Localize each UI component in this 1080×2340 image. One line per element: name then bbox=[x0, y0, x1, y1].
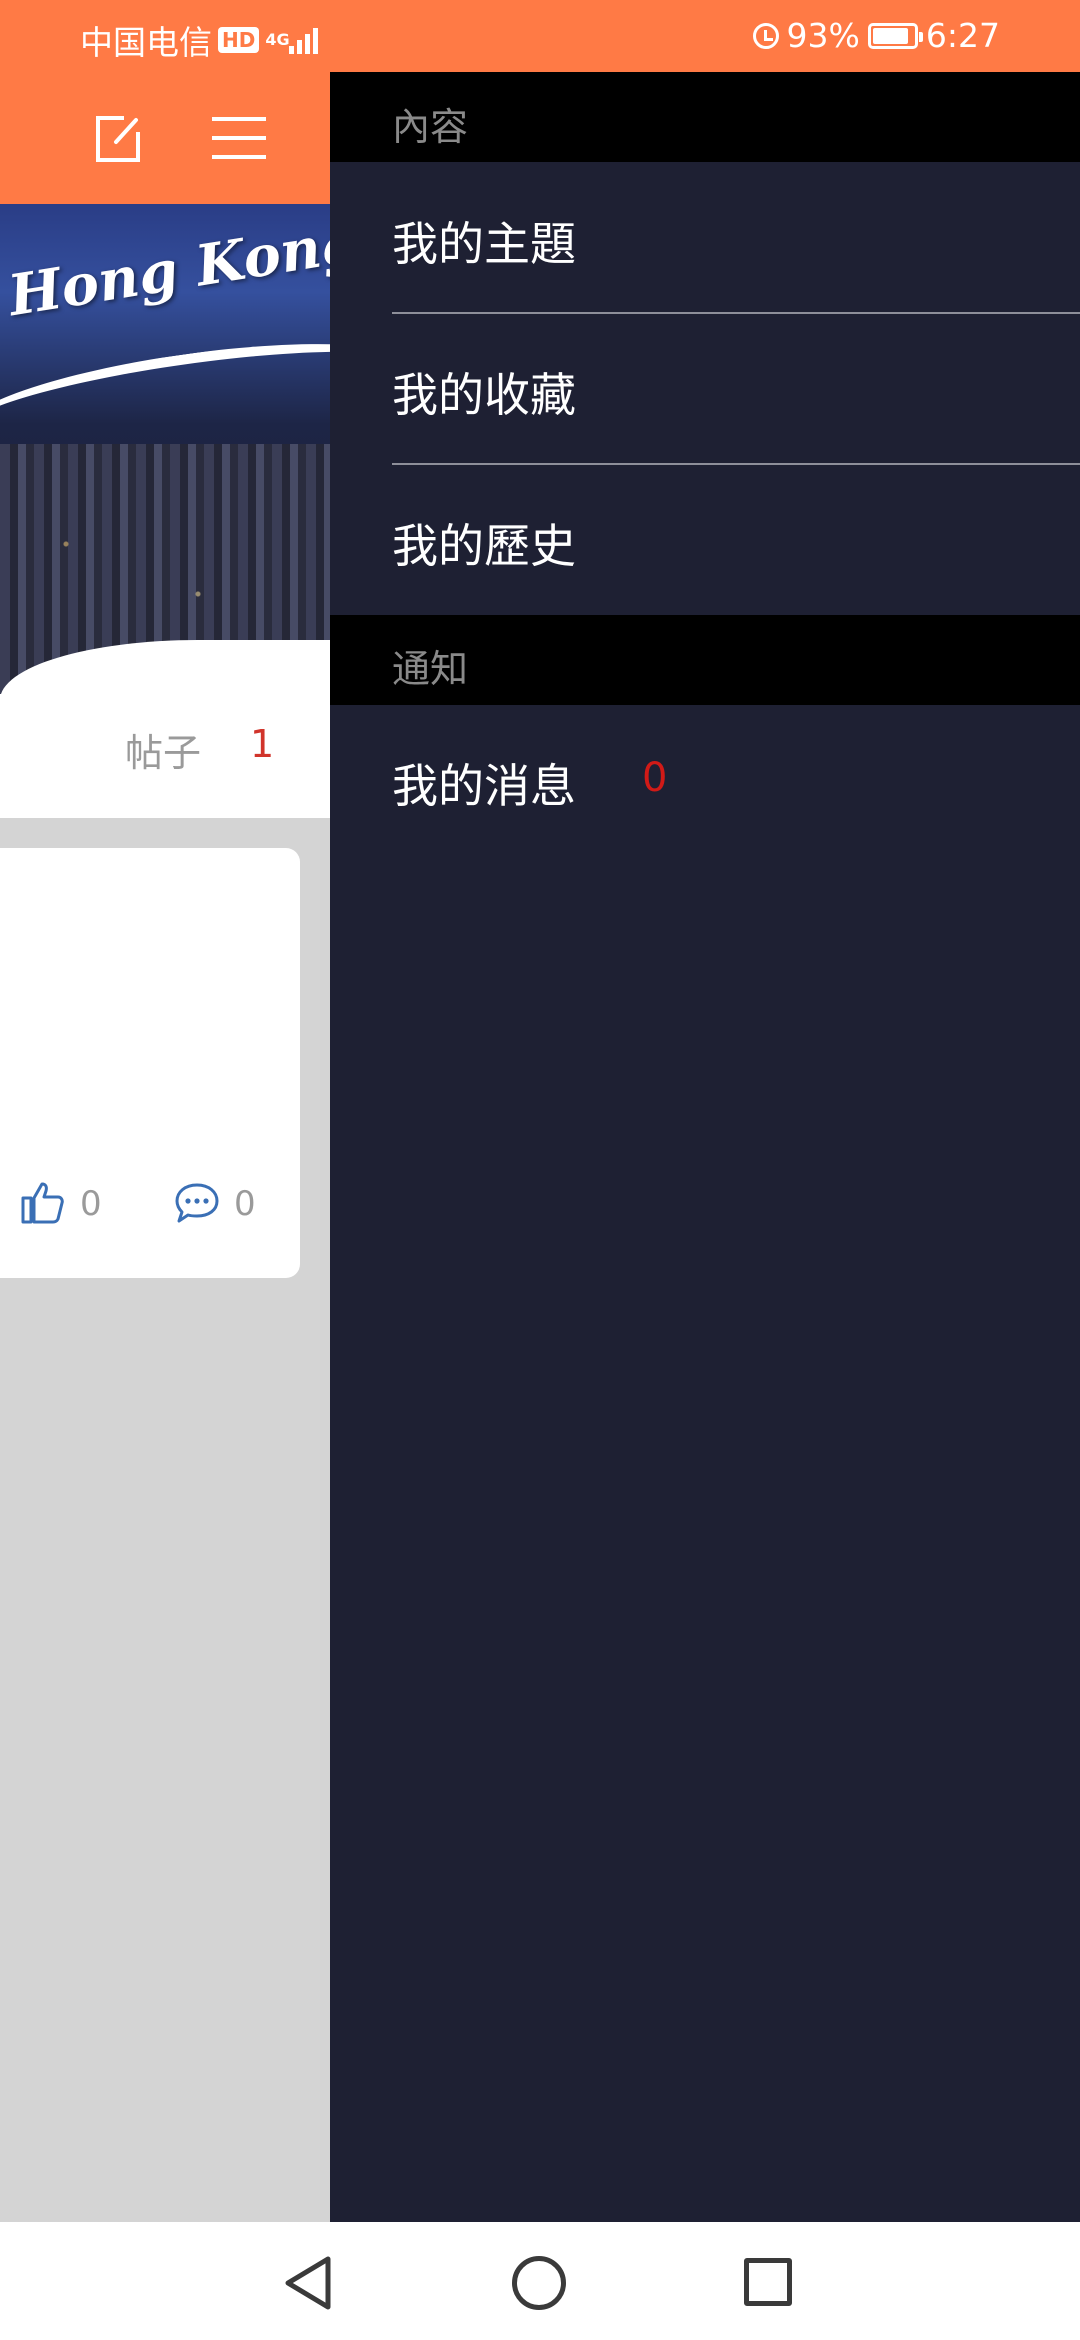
network-type: 4G bbox=[265, 30, 290, 49]
signal-icon bbox=[289, 26, 319, 54]
menu-label-my-history: 我的歷史 bbox=[392, 519, 576, 573]
thumbs-up-icon[interactable] bbox=[20, 1180, 64, 1224]
section-title-notifications: 通知 bbox=[392, 647, 469, 691]
home-icon[interactable] bbox=[512, 2256, 566, 2310]
battery-percent: 93% bbox=[786, 16, 860, 55]
banner-title: Hong Kong bbox=[4, 208, 330, 330]
app-header bbox=[0, 72, 330, 204]
section-title-content: 內容 bbox=[392, 105, 469, 149]
status-left: 中国电信 HD 4G bbox=[80, 16, 319, 64]
message-count-badge: 0 bbox=[642, 755, 668, 801]
clock: 6:27 bbox=[925, 16, 1000, 55]
posts-count: 1 bbox=[250, 722, 275, 766]
status-right: 93% 6:27 bbox=[752, 16, 1000, 55]
carrier-label: 中国电信 bbox=[80, 23, 212, 62]
compose-icon[interactable] bbox=[94, 112, 142, 164]
recents-icon[interactable] bbox=[744, 2258, 792, 2306]
hd-badge: HD bbox=[218, 27, 260, 53]
menu-label-my-messages: 我的消息 bbox=[392, 759, 576, 813]
banner-image: Hong Kong bbox=[0, 204, 330, 694]
comment-icon[interactable] bbox=[174, 1182, 220, 1224]
comment-count: 0 bbox=[234, 1184, 256, 1224]
menu-label-my-favorites: 我的收藏 bbox=[392, 368, 576, 422]
like-count: 0 bbox=[80, 1184, 102, 1224]
menu-label-my-topics: 我的主題 bbox=[392, 217, 576, 271]
posts-label: 帖子 bbox=[125, 731, 202, 775]
alarm-icon bbox=[752, 22, 779, 49]
back-icon[interactable] bbox=[282, 2255, 334, 2311]
battery-icon bbox=[867, 22, 923, 49]
menu-icon[interactable] bbox=[212, 115, 266, 161]
status-bar: 中国电信 HD 4G 93% 6:27 bbox=[0, 0, 1080, 72]
